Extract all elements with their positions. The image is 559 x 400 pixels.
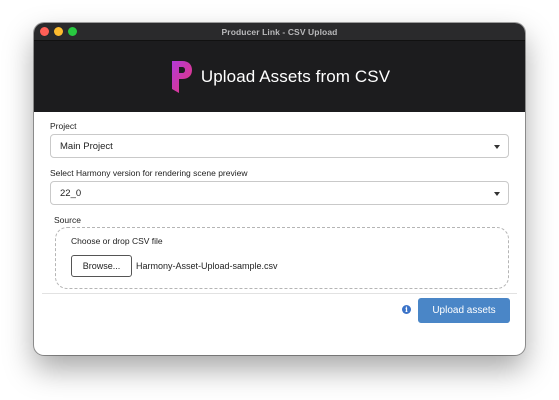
harmony-version-value: 22_0 (60, 187, 82, 199)
upload-assets-button[interactable]: Upload assets (418, 298, 510, 323)
window-controls (40, 27, 77, 36)
window-title: Producer Link - CSV Upload (221, 26, 338, 37)
close-window-button[interactable] (40, 27, 49, 36)
project-select[interactable]: Main Project (50, 134, 509, 158)
browse-button[interactable]: Browse... (71, 255, 132, 277)
info-icon[interactable]: i (402, 305, 411, 314)
drop-hint: Choose or drop CSV file (71, 236, 163, 246)
form-area: Project Main Project Select Harmony vers… (34, 112, 525, 355)
project-label: Project (50, 121, 77, 131)
source-group: Source Choose or drop CSV file Browse...… (42, 211, 517, 293)
chevron-down-icon (494, 145, 500, 149)
divider (42, 293, 517, 294)
title-bar[interactable]: Producer Link - CSV Upload (34, 23, 525, 41)
producer-link-logo-icon (171, 60, 192, 93)
chevron-down-icon (494, 192, 500, 196)
csv-drop-zone[interactable]: Choose or drop CSV file Browse... Harmon… (55, 227, 509, 289)
selected-file-name: Harmony-Asset-Upload-sample.csv (136, 261, 278, 271)
minimize-window-button[interactable] (54, 27, 63, 36)
project-select-value: Main Project (60, 140, 113, 152)
harmony-version-select[interactable]: 22_0 (50, 181, 509, 205)
zoom-window-button[interactable] (68, 27, 77, 36)
harmony-version-label: Select Harmony version for rendering sce… (50, 168, 248, 178)
app-window: Producer Link - CSV Upload Upload Assets… (34, 23, 525, 355)
source-label: Source (54, 215, 81, 225)
page-title: Upload Assets from CSV (200, 66, 391, 86)
header-banner: Upload Assets from CSV (34, 41, 525, 112)
